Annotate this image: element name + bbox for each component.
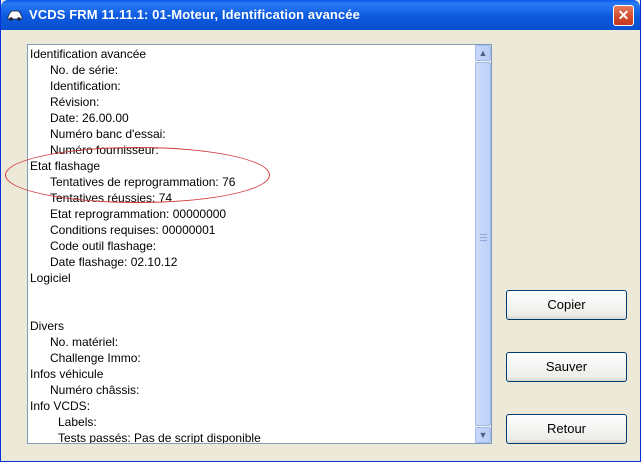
dialog-window: VCDS FRM 11.11.1: 01-Moteur, Identificat… — [0, 0, 641, 462]
section-heading — [30, 286, 475, 302]
list-item: Date: 26.00.00 — [50, 111, 129, 125]
list-item: No. de série: — [50, 63, 119, 77]
grip-line — [480, 240, 487, 241]
identification-list: Identification avancée No. de série: Ident… — [30, 46, 475, 443]
grip-line — [480, 237, 487, 238]
arrow-down-icon: ▼ — [478, 430, 488, 440]
list-item: Identification: — [50, 79, 121, 93]
list-item: Etat reprogrammation: 00000000 — [50, 207, 227, 221]
scroll-up-button[interactable]: ▲ — [475, 45, 491, 61]
window-title: VCDS FRM 11.11.1: 01-Moteur, Identificat… — [29, 7, 360, 22]
copy-button[interactable]: Copier — [506, 290, 627, 320]
arrow-up-icon: ▲ — [478, 48, 488, 58]
section-heading: Logiciel — [30, 271, 71, 285]
close-button[interactable]: ✕ — [613, 5, 634, 26]
title-bar[interactable]: VCDS FRM 11.11.1: 01-Moteur, Identificat… — [1, 0, 640, 30]
list-item: Révision: — [50, 95, 100, 109]
vertical-scrollbar[interactable]: ▲ ▼ — [475, 45, 491, 443]
section-heading — [30, 302, 475, 318]
list-item: Tests passés: Pas de script disponible — [58, 431, 261, 443]
section-heading: Infos véhicule — [30, 367, 104, 381]
close-icon: ✕ — [617, 7, 630, 23]
scroll-thumb[interactable] — [475, 62, 491, 426]
list-item: Numéro châssis: — [50, 383, 140, 397]
highlight-ellipse — [5, 147, 270, 203]
list-item: Numéro banc d'essai: — [50, 127, 166, 141]
save-button[interactable]: Sauver — [506, 352, 627, 382]
list-item: Challenge Immo: — [50, 351, 141, 365]
list-item: Code outil flashage: — [50, 239, 157, 253]
identification-list-panel[interactable]: Identification avancée No. de série: Ident… — [27, 44, 492, 444]
section-heading: Divers — [30, 319, 65, 333]
car-icon — [7, 10, 23, 21]
list-item: No. matériel: — [50, 335, 119, 349]
grip-line — [480, 234, 487, 235]
list-item: Date flashage: 02.10.12 — [50, 255, 178, 269]
scroll-down-button[interactable]: ▼ — [475, 427, 491, 443]
section-heading: Identification avancée — [30, 47, 147, 61]
back-button[interactable]: Retour — [506, 414, 627, 444]
section-heading: Info VCDS: — [30, 399, 91, 413]
list-item: Labels: — [58, 415, 97, 429]
list-item: Conditions requises: 00000001 — [50, 223, 216, 237]
